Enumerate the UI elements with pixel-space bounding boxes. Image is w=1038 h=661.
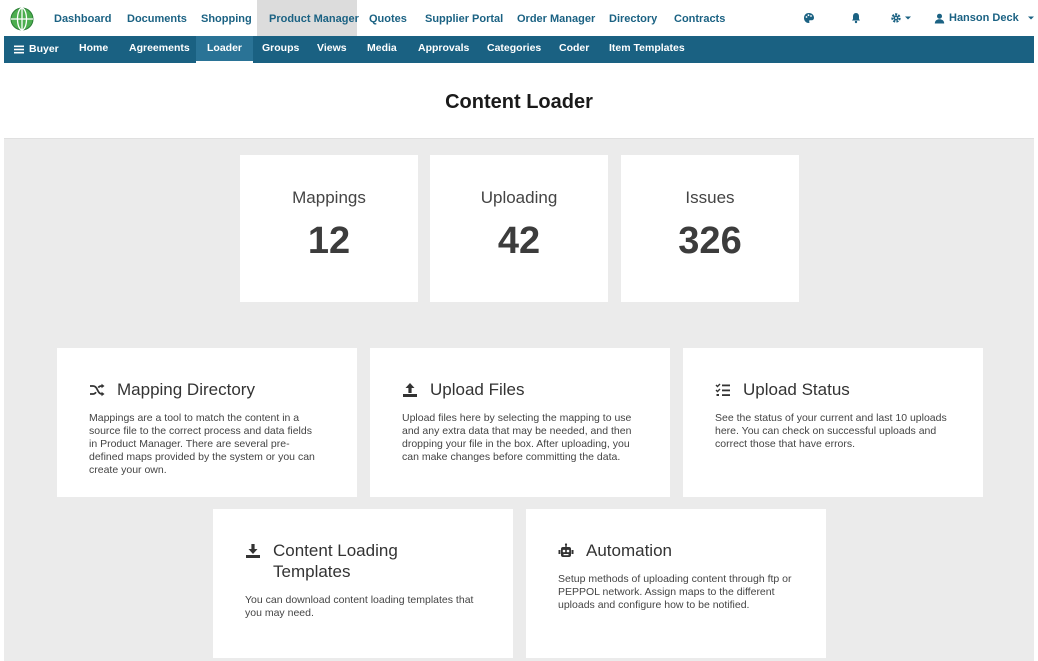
page-title: Content Loader (445, 91, 593, 113)
card-upload-files[interactable]: Upload Files Upload files here by select… (370, 348, 670, 497)
subnav-agreements[interactable]: Agreements (129, 36, 190, 63)
nav-order-manager[interactable]: Order Manager (517, 0, 595, 36)
subnav-item-templates[interactable]: Item Templates (609, 36, 685, 63)
bell-icon[interactable] (850, 12, 862, 24)
subnav-groups[interactable]: Groups (262, 36, 299, 63)
nav-supplier-portal[interactable]: Supplier Portal (425, 0, 503, 36)
shuffle-icon (90, 383, 105, 397)
stat-card-uploading[interactable]: Uploading 42 (430, 155, 608, 302)
stat-value: 42 (497, 220, 541, 262)
top-navigation: Dashboard Documents Shopping Product Man… (0, 0, 1038, 36)
user-icon (934, 13, 945, 23)
user-name: Hanson Deck (949, 12, 1019, 24)
hamburger-menu-icon (14, 45, 24, 54)
card-header: Upload Files (402, 379, 525, 400)
globe-logo-icon[interactable] (10, 7, 34, 31)
stat-label: Issues (685, 188, 735, 207)
card-header: Mapping Directory (89, 379, 255, 400)
card-title: Automation (586, 541, 672, 560)
gear-chevron-down-icon[interactable] (904, 14, 912, 22)
card-header: Content Loading Templates (245, 540, 445, 582)
buyer-menu-label: Buyer (29, 43, 59, 55)
card-header: Automation (558, 540, 672, 561)
card-mapping-directory[interactable]: Mapping Directory Mappings are a tool to… (57, 348, 357, 497)
subnav-views[interactable]: Views (317, 36, 347, 63)
card-title: Content Loading Templates (273, 541, 398, 581)
card-description: You can download content loading templat… (245, 594, 474, 619)
subnav-media[interactable]: Media (367, 36, 397, 63)
subnav-loader[interactable]: Loader (196, 36, 254, 63)
card-title: Mapping Directory (117, 380, 255, 399)
content-area: Mappings 12 Uploading 42 Issues 326 Mapp… (4, 139, 1034, 661)
stat-value: 326 (678, 220, 742, 262)
stat-value: 12 (307, 220, 351, 262)
nav-directory[interactable]: Directory (609, 0, 657, 36)
buyer-menu-button[interactable]: Buyer (14, 36, 59, 63)
nav-quotes[interactable]: Quotes (369, 0, 407, 36)
nav-dashboard[interactable]: Dashboard (54, 0, 111, 36)
download-icon (246, 544, 260, 558)
nav-documents[interactable]: Documents (127, 0, 187, 36)
task-list-icon (715, 383, 730, 396)
subnav-home[interactable]: Home (79, 36, 108, 63)
stat-label: Mappings (292, 188, 366, 207)
card-title: Upload Files (430, 380, 525, 399)
card-title: Upload Status (743, 380, 850, 399)
card-description: Setup methods of uploading content throu… (558, 573, 792, 611)
nav-contracts[interactable]: Contracts (674, 0, 725, 36)
subnav-categories[interactable]: Categories (487, 36, 541, 63)
nav-product-manager[interactable]: Product Manager (257, 0, 359, 36)
upload-icon (403, 383, 417, 397)
nav-shopping[interactable]: Shopping (201, 0, 252, 36)
stat-card-issues[interactable]: Issues 326 (621, 155, 799, 302)
card-content-loading-templates[interactable]: Content Loading Templates You can downlo… (213, 509, 513, 658)
sub-navigation: Buyer Home Agreements Loader Groups View… (4, 36, 1034, 63)
card-automation[interactable]: Automation Setup methods of uploading co… (526, 509, 826, 658)
title-band: Content Loader (4, 63, 1034, 139)
stat-card-mappings[interactable]: Mappings 12 (240, 155, 418, 302)
card-description: Mappings are a tool to match the content… (89, 412, 315, 476)
stat-label: Uploading (480, 188, 558, 207)
gear-icon[interactable] (890, 12, 902, 24)
card-header: Upload Status (715, 379, 850, 400)
card-description: Upload files here by selecting the mappi… (402, 412, 632, 463)
card-upload-status[interactable]: Upload Status See the status of your cur… (683, 348, 983, 497)
user-menu[interactable]: Hanson Deck (934, 0, 1036, 36)
user-chevron-down-icon (1027, 16, 1034, 20)
subnav-coder[interactable]: Coder (559, 36, 589, 63)
robot-icon (558, 543, 574, 557)
card-description: See the status of your current and last … (715, 412, 947, 450)
palette-icon[interactable] (803, 12, 815, 24)
subnav-approvals[interactable]: Approvals (418, 36, 469, 63)
